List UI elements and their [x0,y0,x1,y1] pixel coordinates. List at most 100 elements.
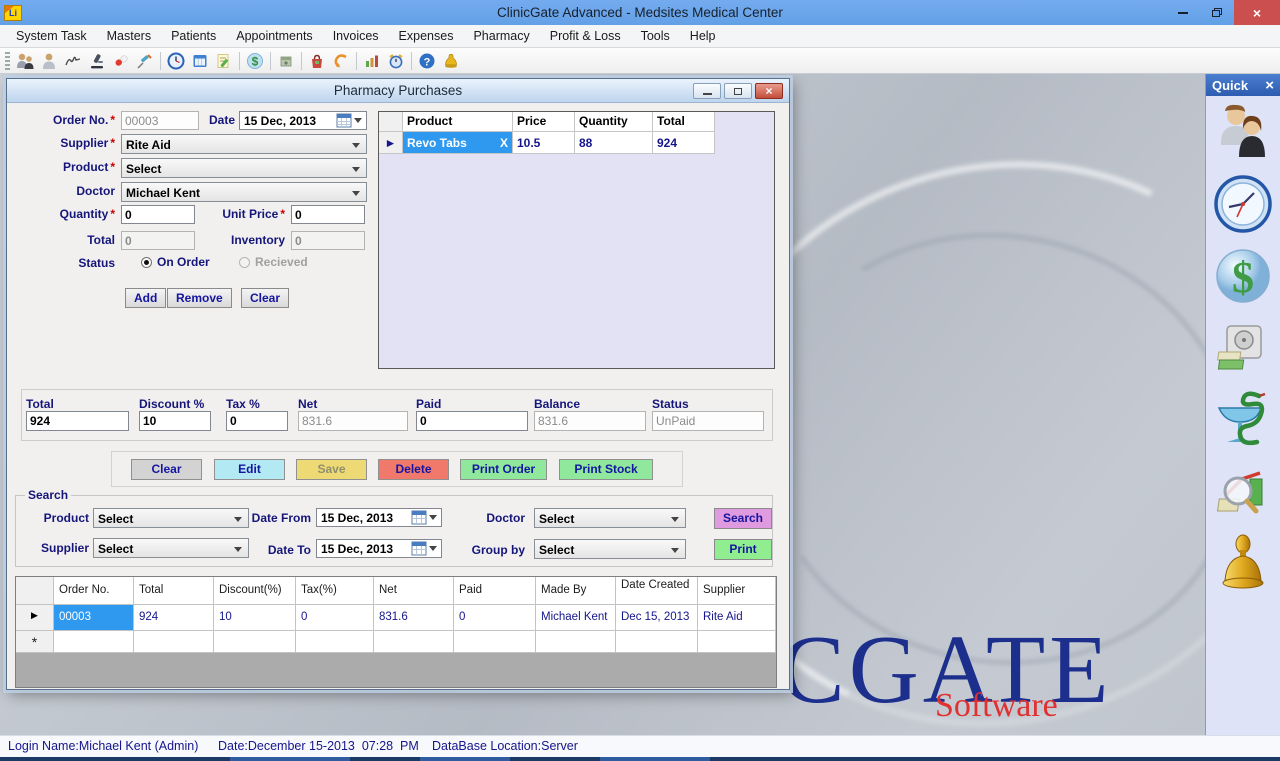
medicine-icon[interactable] [109,50,133,72]
clear-button[interactable]: Clear [131,459,202,480]
help-icon[interactable]: ? [415,50,439,72]
clear-item-button[interactable]: Clear [241,288,289,308]
search-button[interactable]: Search [714,508,772,529]
search-supplier-select[interactable]: Select [93,538,249,558]
inventory-icon[interactable] [274,50,298,72]
totals-paid-field[interactable]: 0 [416,411,528,431]
billing-icon[interactable]: $ [1214,240,1272,312]
cell-supplier[interactable]: Rite Aid [698,605,776,631]
doctor-icon[interactable] [37,50,61,72]
clock-icon[interactable] [1214,168,1272,240]
minimize-button[interactable] [1166,0,1200,25]
refund-icon[interactable] [329,50,353,72]
menu-invoices[interactable]: Invoices [323,25,389,48]
money-icon[interactable]: $ [243,50,267,72]
dialog-close-button[interactable]: × [755,83,783,99]
totals-discount-label: Discount % [139,397,204,411]
menu-pharmacy[interactable]: Pharmacy [463,25,539,48]
dialog-maximize-button[interactable] [724,83,752,99]
edit-button[interactable]: Edit [214,459,285,480]
cell-net[interactable]: 831.6 [374,605,454,631]
order-no-field[interactable]: 00003 [121,111,199,130]
orders-grid-new-row[interactable]: * [16,631,776,653]
purchases-icon[interactable] [305,50,329,72]
row-pointer-icon: ► [16,605,54,631]
menu-patients[interactable]: Patients [161,25,226,48]
orders-grid-row[interactable]: ► 00003 924 10 0 831.6 0 Michael Kent De… [16,605,776,631]
cell-total[interactable]: 924 [134,605,214,631]
dialog-minimize-button[interactable] [693,83,721,99]
cell-quantity[interactable]: 88 [575,132,653,154]
cell-tax[interactable]: 0 [296,605,374,631]
appointments-icon[interactable] [188,50,212,72]
delete-button[interactable]: Delete [378,459,449,480]
menu-system-task[interactable]: System Task [6,25,97,48]
save-button[interactable]: Save [296,459,367,480]
cell-made-by[interactable]: Michael Kent [536,605,616,631]
menu-tools[interactable]: Tools [631,25,680,48]
cell-date-created[interactable]: Dec 15, 2013 [616,605,698,631]
menu-profit-loss[interactable]: Profit & Loss [540,25,631,48]
cell-order-no[interactable]: 00003 [54,605,134,631]
dialog-titlebar[interactable]: Pharmacy Purchases × [7,79,789,103]
restore-button[interactable] [1200,0,1234,25]
cell-total[interactable]: 924 [653,132,715,154]
bell-icon[interactable] [1217,528,1269,600]
chart-icon[interactable] [360,50,384,72]
remove-item-x-icon[interactable]: X [500,136,508,151]
svg-text:$: $ [252,54,259,68]
date-from-label: Date From [251,511,311,525]
injection-icon[interactable] [133,50,157,72]
patients-icon[interactable] [1215,96,1271,168]
cell-discount[interactable]: 10 [214,605,296,631]
unit-price-field[interactable]: 0 [291,205,365,224]
product-select[interactable]: Select [121,158,367,178]
totals-discount-field[interactable]: 10 [139,411,211,431]
cell-product[interactable]: Revo Tabs X [403,132,513,154]
invoice-icon[interactable] [212,50,236,72]
status-on-order-radio[interactable]: On Order [141,255,210,269]
date-to-picker[interactable]: 15 Dec, 2013 [316,539,442,558]
quick-close-icon[interactable]: × [1265,78,1274,93]
bell-icon[interactable] [439,50,463,72]
radio-selected-icon [141,257,152,268]
dialog-title: Pharmacy Purchases [334,83,462,98]
reports-icon[interactable] [1216,456,1270,528]
search-doctor-select[interactable]: Select [534,508,686,528]
supplier-select[interactable]: Rite Aid [121,134,367,154]
status-received-radio[interactable]: Recieved [239,255,308,269]
cell-paid[interactable]: 0 [454,605,536,631]
pharmacy-icon[interactable] [1215,384,1271,456]
menu-masters[interactable]: Masters [97,25,161,48]
totals-tax-field[interactable]: 0 [226,411,288,431]
reminder-icon[interactable] [384,50,408,72]
print-button[interactable]: Print [714,539,772,560]
microscope-icon[interactable] [85,50,109,72]
menu-help[interactable]: Help [680,25,726,48]
items-grid-row[interactable]: ► Revo Tabs X 10.5 88 924 [379,132,774,154]
close-button[interactable]: × [1234,0,1280,25]
search-product-select[interactable]: Select [93,508,249,528]
svg-text:$: $ [1232,253,1254,302]
clock-icon[interactable] [164,50,188,72]
expenses-icon[interactable] [1217,312,1269,384]
totals-tax-label: Tax % [226,397,260,411]
doctor-select[interactable]: Michael Kent [121,182,367,202]
print-order-button[interactable]: Print Order [460,459,547,480]
print-stock-button[interactable]: Print Stock [559,459,653,480]
group-by-select[interactable]: Select [534,539,686,559]
add-button[interactable]: Add [125,288,166,308]
signature-icon[interactable] [61,50,85,72]
date-picker[interactable]: 15 Dec, 2013 [239,111,367,130]
cell-price[interactable]: 10.5 [513,132,575,154]
menu-expenses[interactable]: Expenses [389,25,464,48]
quantity-field[interactable]: 0 [121,205,195,224]
remove-button[interactable]: Remove [167,288,232,308]
status-date: Date:December 15-2013 07:28 PM [218,739,419,753]
col-paid: Paid [454,577,536,605]
date-from-picker[interactable]: 15 Dec, 2013 [316,508,442,527]
totals-total-field[interactable]: 924 [26,411,129,431]
menu-appointments[interactable]: Appointments [226,25,322,48]
patients-icon[interactable] [13,50,37,72]
main-titlebar: Li ClinicGate Advanced - Medsites Medica… [0,0,1280,25]
